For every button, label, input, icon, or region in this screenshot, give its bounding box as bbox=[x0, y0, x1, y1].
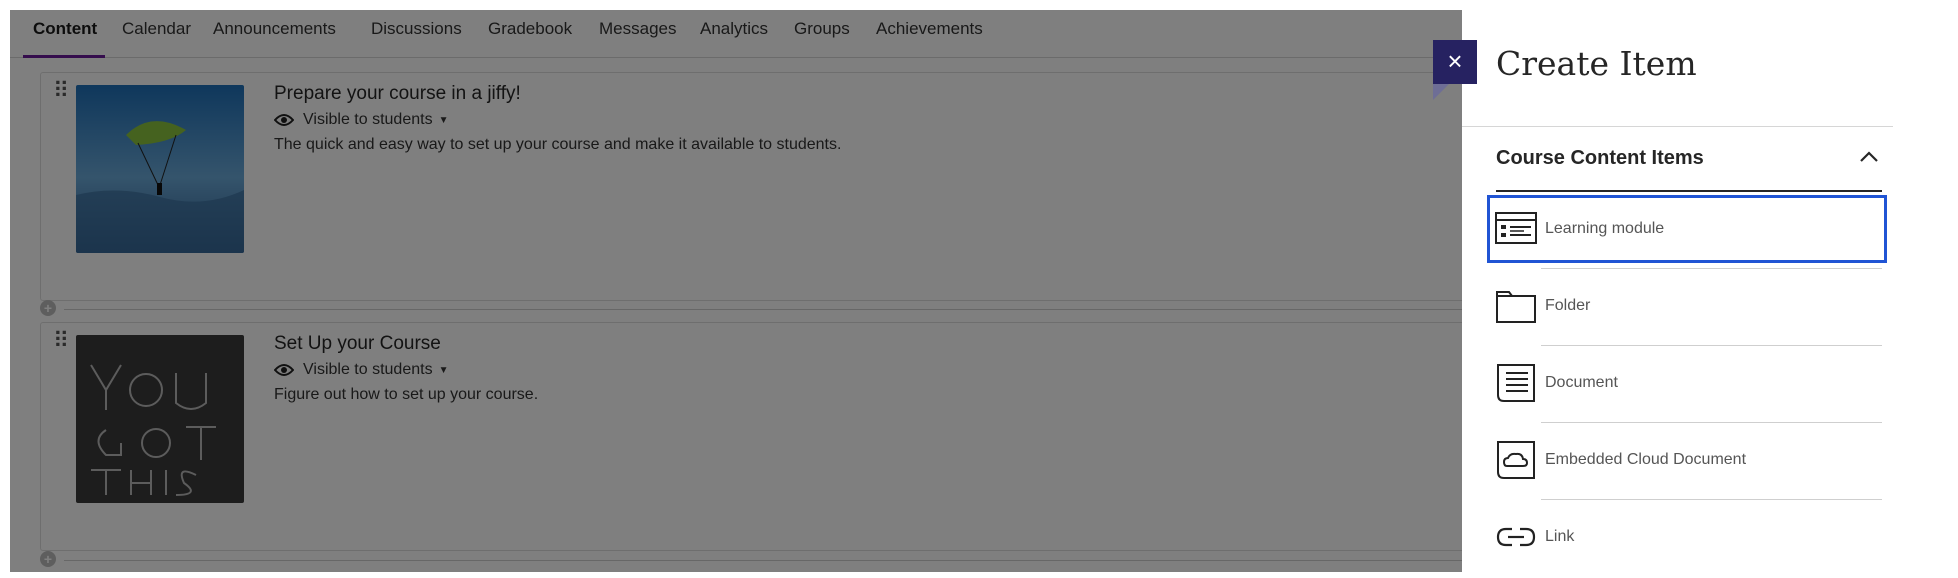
caret-down-icon: ▼ bbox=[438, 364, 449, 376]
eye-icon bbox=[274, 114, 294, 126]
document-item[interactable]: Document bbox=[1487, 349, 1887, 417]
tab-gradebook[interactable]: Gradebook bbox=[488, 10, 572, 57]
drag-handle-icon[interactable]: ⠿ bbox=[53, 328, 69, 354]
caret-down-icon: ▼ bbox=[438, 114, 449, 126]
card-title[interactable]: Set Up your Course bbox=[274, 333, 441, 355]
card-title[interactable]: Prepare your course in a jiffy! bbox=[274, 83, 521, 105]
link-item[interactable]: Link bbox=[1487, 503, 1887, 571]
item-label: Document bbox=[1545, 374, 1618, 391]
panel-title: Create Item bbox=[1496, 44, 1697, 83]
card-description: The quick and easy way to set up your co… bbox=[274, 136, 842, 153]
learning-module-icon bbox=[1495, 212, 1537, 244]
item-label: Learning module bbox=[1545, 220, 1665, 237]
embedded-cloud-document-item[interactable]: Embedded Cloud Document bbox=[1487, 426, 1887, 494]
item-label: Folder bbox=[1545, 297, 1591, 314]
content-item-card[interactable]: ⠿ Prepare your course in a jiffy! Visibl… bbox=[40, 72, 1472, 301]
drag-handle-icon[interactable]: ⠿ bbox=[53, 78, 69, 104]
folder-icon bbox=[1496, 291, 1536, 323]
link-icon bbox=[1496, 527, 1536, 547]
item-label: Link bbox=[1545, 528, 1575, 545]
section-underline bbox=[1496, 190, 1882, 192]
add-content-divider[interactable]: + bbox=[40, 551, 1470, 569]
tab-analytics[interactable]: Analytics bbox=[700, 10, 768, 57]
eye-icon bbox=[274, 364, 294, 376]
section-title[interactable]: Course Content Items bbox=[1496, 147, 1704, 170]
add-content-icon[interactable]: + bbox=[40, 551, 56, 567]
content-item-card[interactable]: ⠿ Set Up your Course Visible to students… bbox=[40, 322, 1472, 551]
item-label: Embedded Cloud Document bbox=[1545, 451, 1747, 468]
chevron-up-icon[interactable] bbox=[1855, 143, 1883, 171]
card-description: Figure out how to set up your course. bbox=[274, 386, 539, 403]
document-icon bbox=[1497, 364, 1535, 402]
tab-discussions[interactable]: Discussions bbox=[371, 10, 462, 57]
learning-module-item[interactable]: Learning module bbox=[1487, 195, 1887, 263]
you-got-this-chalk-image bbox=[76, 335, 244, 503]
folder-item[interactable]: Folder bbox=[1487, 272, 1887, 340]
cloud-document-icon bbox=[1497, 441, 1535, 479]
visibility-label: Visible to students bbox=[303, 361, 433, 378]
tab-achievements[interactable]: Achievements bbox=[876, 10, 983, 57]
course-content-area: Content Calendar Announcements Discussio… bbox=[10, 10, 1473, 572]
tab-calendar[interactable]: Calendar bbox=[122, 10, 191, 57]
visibility-dropdown[interactable]: Visible to students ▼ bbox=[274, 110, 448, 130]
add-content-icon[interactable]: + bbox=[40, 300, 56, 316]
tab-content[interactable]: Content bbox=[22, 10, 106, 58]
tab-announcements[interactable]: Announcements bbox=[213, 10, 336, 57]
close-panel-button[interactable]: × bbox=[1433, 40, 1477, 84]
tab-groups[interactable]: Groups bbox=[794, 10, 850, 57]
tab-messages[interactable]: Messages bbox=[599, 10, 676, 57]
visibility-dropdown[interactable]: Visible to students ▼ bbox=[274, 360, 448, 380]
panel-divider bbox=[1462, 126, 1893, 127]
parachute-image bbox=[76, 85, 244, 253]
visibility-label: Visible to students bbox=[303, 111, 433, 128]
add-content-divider[interactable]: + bbox=[40, 300, 1470, 318]
course-nav-tabs: Content Calendar Announcements Discussio… bbox=[10, 10, 1473, 58]
